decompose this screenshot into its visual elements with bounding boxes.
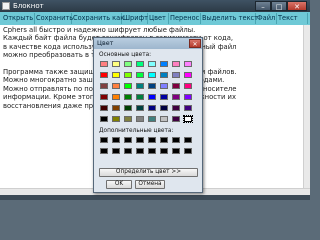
basic-color-swatch[interactable] [124,116,132,122]
basic-color-swatch[interactable] [112,105,120,111]
maximize-button[interactable]: □ [271,1,287,11]
basic-color-swatch[interactable] [112,72,120,78]
basic-color-swatch[interactable] [136,83,144,89]
color-dialog: Цвет ✕ Основные цвета: Дополнительные цв… [93,37,203,193]
custom-color-swatch[interactable] [112,137,120,143]
basic-color-swatch[interactable] [160,94,168,100]
dialog-title: Цвет [97,39,114,47]
basic-color-swatch[interactable] [148,94,156,100]
custom-color-swatch[interactable] [100,148,108,154]
basic-color-swatch[interactable] [148,61,156,67]
basic-color-swatch[interactable] [184,61,192,67]
basic-color-swatch[interactable] [172,116,180,122]
basic-color-swatch[interactable] [112,83,120,89]
basic-color-swatch[interactable] [112,116,120,122]
basic-color-swatch[interactable] [184,94,192,100]
menu-save[interactable]: Сохранить [35,13,73,24]
basic-colors-label: Основные цвета: [99,52,152,58]
basic-color-swatch[interactable] [172,105,180,111]
basic-color-swatch[interactable] [183,115,193,123]
custom-color-swatch[interactable] [160,137,168,143]
basic-color-swatch[interactable] [184,105,192,111]
custom-color-swatch[interactable] [148,137,156,143]
basic-color-swatch[interactable] [100,94,108,100]
custom-color-swatch[interactable] [172,148,180,154]
basic-color-swatch[interactable] [124,61,132,67]
basic-color-swatch[interactable] [112,61,120,67]
basic-color-swatch[interactable] [112,94,120,100]
dialog-close-button[interactable]: ✕ [189,39,201,48]
cancel-button[interactable]: Отмена [135,180,165,189]
basic-color-swatch[interactable] [160,61,168,67]
custom-color-swatch[interactable] [148,148,156,154]
basic-color-swatch[interactable] [136,105,144,111]
custom-color-swatch[interactable] [124,148,132,154]
notepad-icon [2,2,10,10]
custom-color-swatch[interactable] [172,137,180,143]
basic-color-swatch[interactable] [124,83,132,89]
ok-button[interactable]: OK [106,180,132,189]
menu-file[interactable]: Файл [256,13,277,24]
basic-color-swatch[interactable] [124,105,132,111]
custom-color-swatch[interactable] [136,137,144,143]
basic-color-swatch[interactable] [100,116,108,122]
basic-color-swatch[interactable] [172,83,180,89]
text-line: Cphers all быстро и надежно шифрует любы… [3,26,196,34]
basic-color-swatch[interactable] [100,105,108,111]
basic-color-swatch[interactable] [148,116,156,122]
basic-color-swatch[interactable] [100,72,108,78]
taskbar-strip [0,195,310,200]
basic-color-swatch[interactable] [100,83,108,89]
basic-color-swatch[interactable] [136,116,144,122]
menu-text[interactable]: Текст [277,13,308,24]
basic-color-swatch[interactable] [136,61,144,67]
menu-color[interactable]: Цвет [148,13,169,24]
basic-color-swatch[interactable] [184,72,192,78]
dialog-title-bar: Цвет ✕ [94,38,202,49]
basic-color-swatch[interactable] [148,72,156,78]
basic-color-swatch[interactable] [160,116,168,122]
custom-color-swatch[interactable] [100,137,108,143]
basic-color-swatch[interactable] [148,83,156,89]
basic-color-swatch[interactable] [172,94,180,100]
custom-color-swatch[interactable] [184,137,192,143]
menu-save-as[interactable]: Сохранить как [72,13,124,24]
basic-color-swatch[interactable] [160,105,168,111]
vertical-scrollbar[interactable] [303,25,310,188]
basic-color-swatch[interactable] [160,83,168,89]
title-bar: Блокнот – □ ✕ [0,0,310,12]
custom-color-swatch[interactable] [160,148,168,154]
basic-color-swatch[interactable] [100,61,108,67]
basic-color-swatch[interactable] [184,83,192,89]
basic-color-swatch[interactable] [160,72,168,78]
basic-color-swatch[interactable] [136,94,144,100]
basic-color-swatch[interactable] [136,72,144,78]
menu-open[interactable]: Открыть [2,13,35,24]
define-custom-color-button[interactable]: Определить цвет >> [99,168,198,177]
custom-color-swatch[interactable] [112,148,120,154]
menu-bar: Открыть Сохранить Сохранить как Шрифт Цв… [0,12,310,25]
basic-color-swatch[interactable] [148,105,156,111]
basic-color-swatch[interactable] [124,72,132,78]
basic-color-swatch[interactable] [172,61,180,67]
menu-font[interactable]: Шрифт [122,13,148,24]
menu-wrap[interactable]: Перенос [169,13,201,24]
basic-color-swatch[interactable] [124,94,132,100]
close-button[interactable]: ✕ [287,1,307,11]
custom-color-swatch[interactable] [136,148,144,154]
menu-select-text[interactable]: Выделить текст [201,13,258,24]
basic-color-swatch[interactable] [172,72,180,78]
minimize-button[interactable]: – [255,1,271,11]
custom-color-swatch[interactable] [184,148,192,154]
window-title: Блокнот [13,2,44,10]
custom-colors-label: Дополнительные цвета: [99,128,174,134]
custom-color-swatch[interactable] [124,137,132,143]
